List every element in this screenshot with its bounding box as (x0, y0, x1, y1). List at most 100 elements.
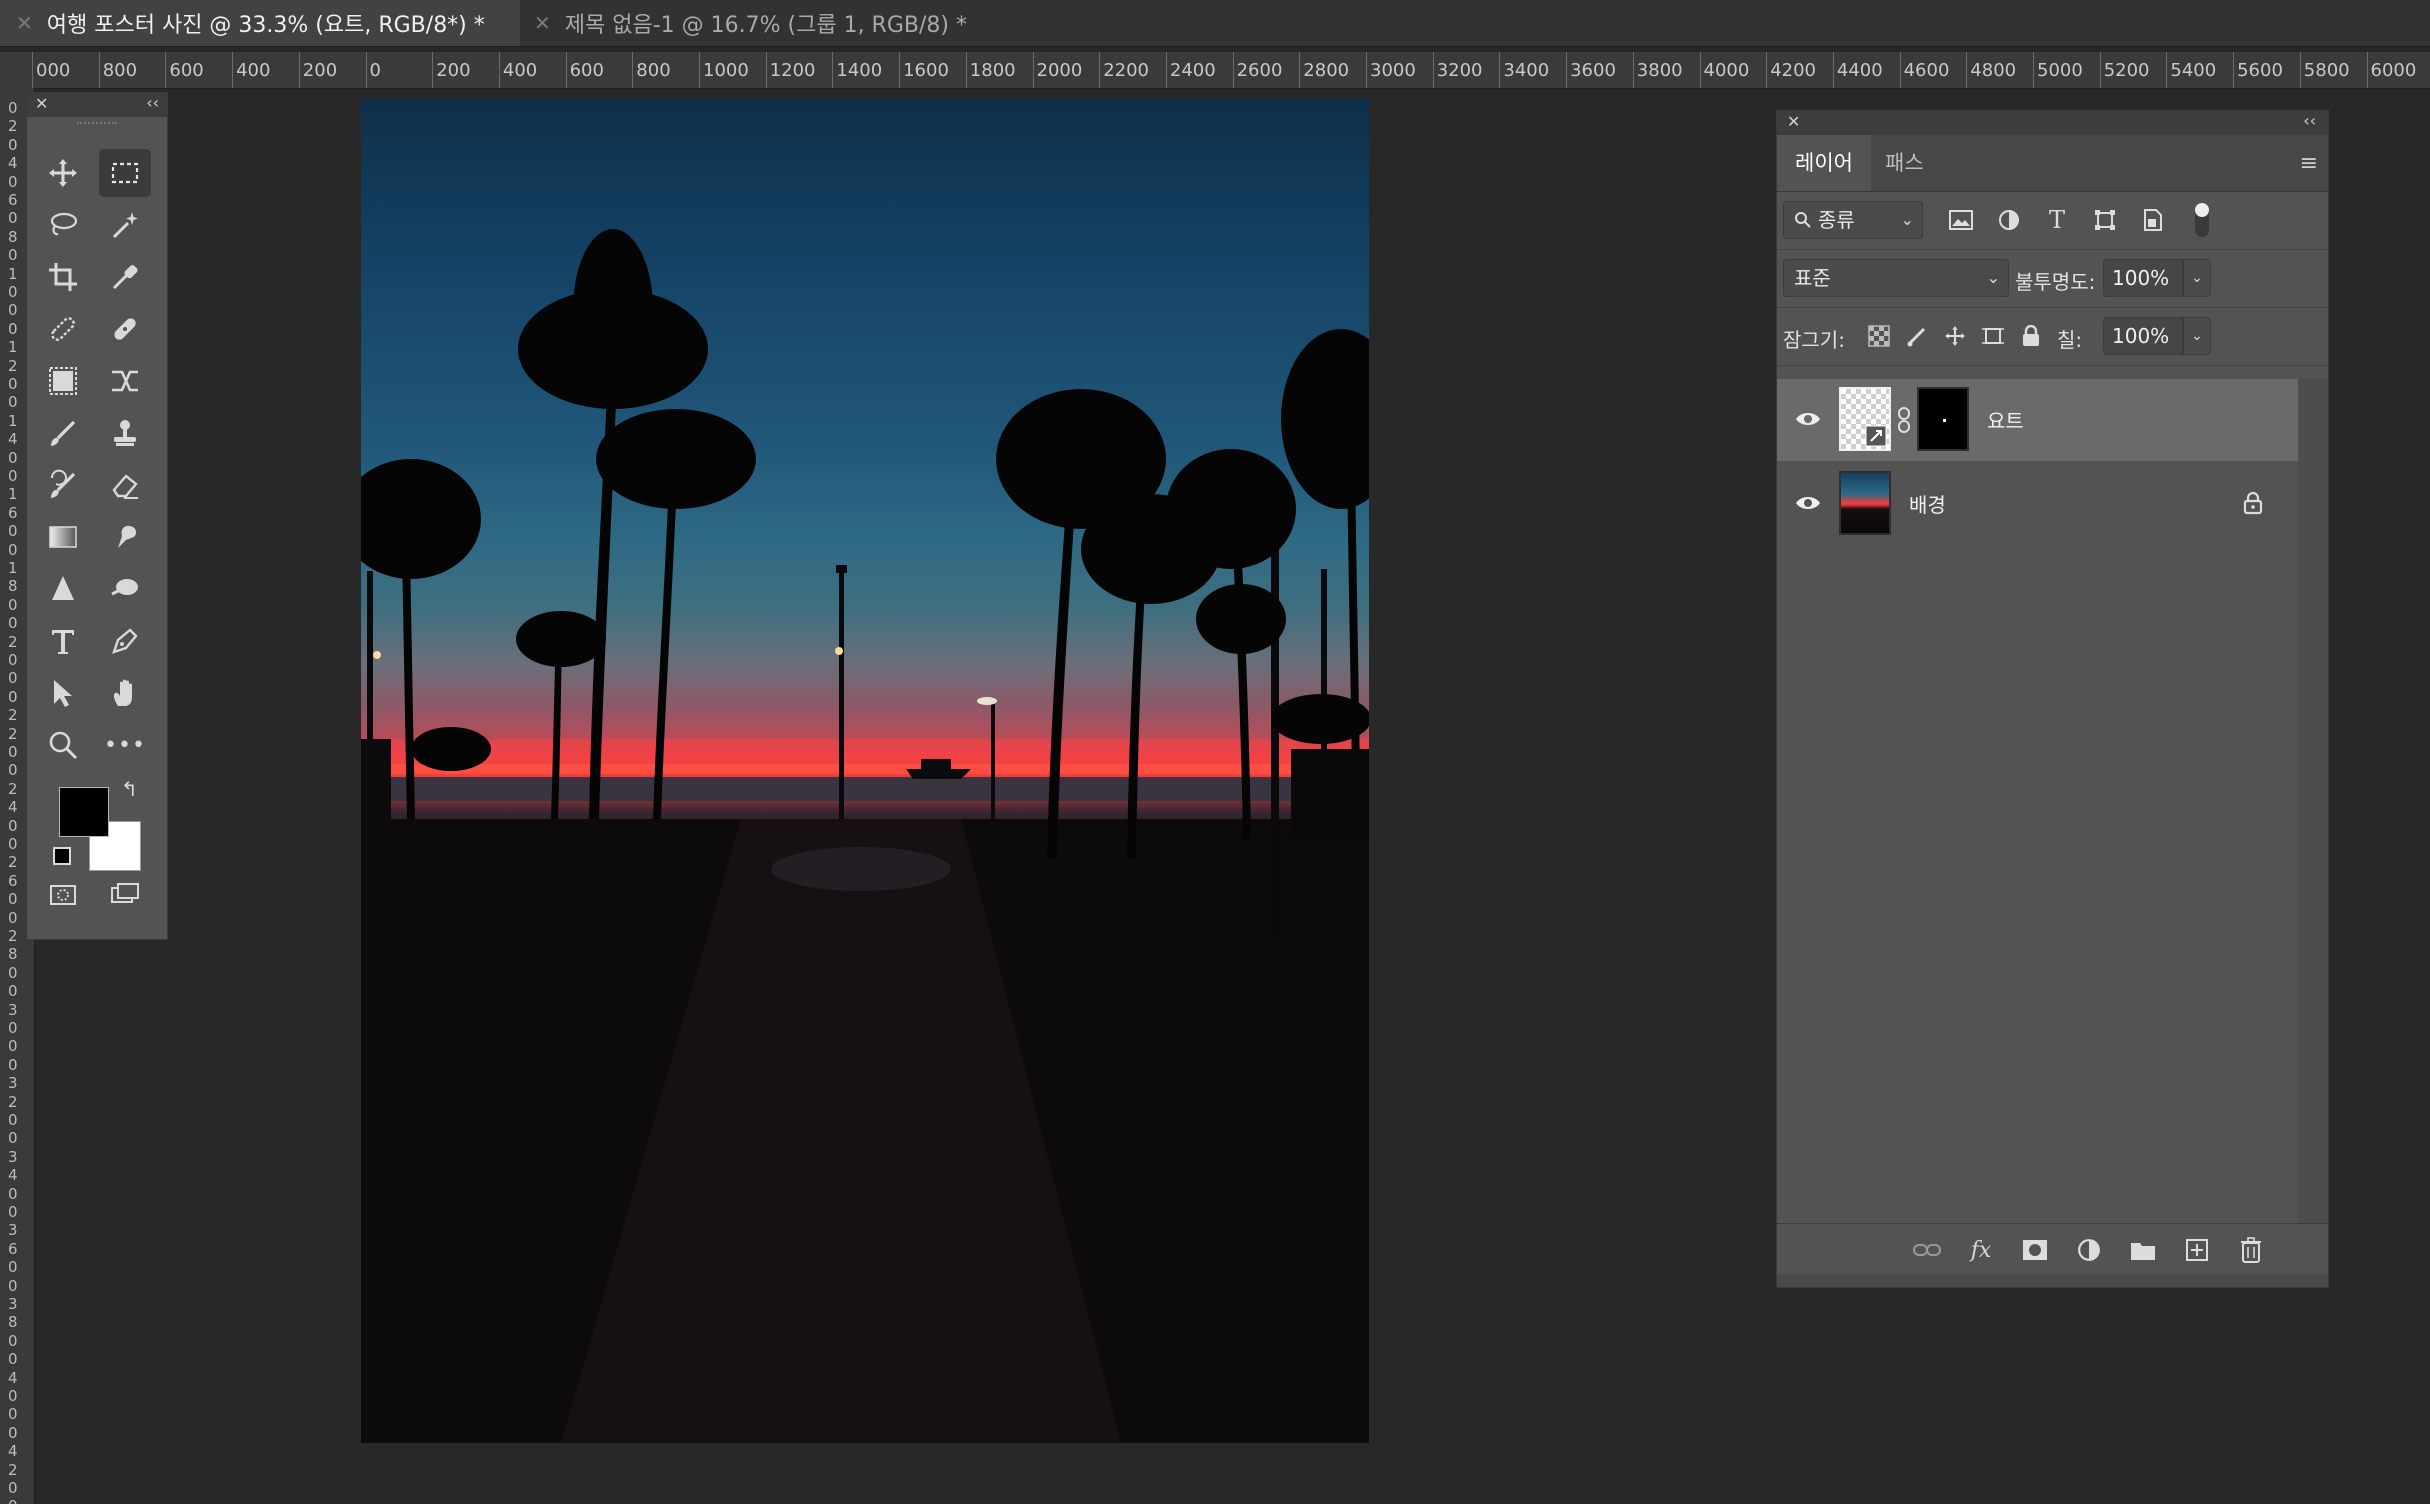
tab-close-icon[interactable]: ✕ (534, 11, 551, 35)
rectangular-marquee-tool-icon[interactable] (99, 149, 151, 197)
foreground-color-swatch[interactable] (59, 787, 109, 837)
brush-tool-icon[interactable] (37, 409, 89, 457)
blend-mode-select[interactable]: 표준 ⌄ (1783, 259, 2009, 297)
zoom-tool-icon[interactable] (37, 721, 89, 769)
layer-name[interactable]: 배경 (1909, 489, 1946, 518)
close-icon[interactable]: ✕ (35, 94, 48, 113)
ruler-label: 2 (8, 1460, 18, 1479)
pixel-filter-icon[interactable] (1945, 201, 1977, 239)
tab-layers[interactable]: 레이어 (1777, 135, 1871, 191)
tab-travel-poster[interactable]: ✕ 여행 포스터 사진 @ 33.3% (요트, RGB/8*) * (0, 0, 520, 46)
lock-artboard-icon[interactable] (1977, 317, 2009, 355)
shape-filter-icon[interactable] (2089, 201, 2121, 239)
dodge-tool-icon[interactable] (99, 565, 151, 613)
type-tool-icon[interactable] (37, 617, 89, 665)
quick-mask-icon[interactable] (37, 871, 89, 919)
more-tools-icon[interactable]: ••• (99, 721, 151, 769)
ruler-label: 0 (8, 540, 18, 559)
ruler-tick (1432, 52, 1434, 88)
tools-panel-header[interactable]: ✕ ‹‹ (27, 93, 167, 117)
ruler-tick (32, 52, 33, 88)
collapse-icon[interactable]: ‹‹ (146, 93, 159, 112)
magic-wand-tool-icon[interactable] (99, 201, 151, 249)
delete-layer-icon[interactable] (2235, 1234, 2267, 1266)
layers-panel-header[interactable]: ✕ ‹‹ (1777, 111, 2328, 135)
crop-tool-icon[interactable] (37, 253, 89, 301)
mask-link-icon[interactable] (1897, 407, 1911, 433)
tab-close-icon[interactable]: ✕ (16, 11, 33, 35)
content-aware-move-tool-icon[interactable] (99, 357, 151, 405)
collapse-icon[interactable]: ‹‹ (2303, 111, 2316, 130)
healing-brush-tool-icon[interactable] (99, 305, 151, 353)
adjustment-filter-icon[interactable] (1993, 201, 2025, 239)
tab-untitled-1[interactable]: ✕ 제목 없음-1 @ 16.7% (그룹 1, RGB/8) * (524, 0, 1004, 46)
panel-menu-icon[interactable]: ≡ (2300, 151, 2318, 176)
tab-paths[interactable]: 패스 (1867, 135, 1942, 191)
ruler-label: 2200 (1103, 60, 1149, 81)
lock-pixels-icon[interactable] (1901, 317, 1933, 355)
horizontal-ruler[interactable]: 000 800 600 400 200 0 200 400 600 800 1000 1200 1400… (0, 52, 2430, 89)
smart-object-filter-icon[interactable] (2137, 201, 2169, 239)
new-group-icon[interactable] (2127, 1234, 2159, 1266)
ruler-label: 0 (8, 522, 18, 541)
object-selection-tool-icon[interactable] (37, 357, 89, 405)
smudge-tool-icon[interactable] (99, 513, 151, 561)
gradient-tool-icon[interactable] (37, 513, 89, 561)
ruler-label: 5600 (2237, 60, 2283, 81)
default-colors-icon[interactable] (53, 847, 71, 865)
new-layer-icon[interactable] (2181, 1234, 2213, 1266)
filter-toggle[interactable] (2195, 203, 2209, 237)
move-tool-icon[interactable] (37, 149, 89, 197)
fill-input[interactable]: 100% (2103, 317, 2183, 355)
fx-icon[interactable]: fx (1965, 1234, 1997, 1266)
panel-resize-grip[interactable] (1777, 1275, 2328, 1287)
close-icon[interactable]: ✕ (1787, 112, 1800, 131)
eye-icon[interactable] (1795, 409, 1821, 429)
ruler-label: 6 (8, 1239, 18, 1258)
layer-row-background[interactable]: 배경 (1777, 463, 2298, 545)
ruler-tick (432, 52, 434, 88)
link-layers-icon[interactable] (1911, 1234, 1943, 1266)
document-canvas[interactable] (361, 99, 1369, 1443)
fill-dropdown[interactable]: ⌄ (2183, 317, 2211, 355)
layer-filter-row: 종류 ⌄ T (1777, 191, 2328, 250)
history-brush-tool-icon[interactable] (37, 461, 89, 509)
filter-kind-select[interactable]: 종류 ⌄ (1783, 201, 1923, 239)
eraser-tool-icon[interactable] (99, 461, 151, 509)
layers-scrollbar[interactable] (2298, 379, 2328, 1223)
ruler-label: 4 (8, 798, 18, 817)
layer-thumbnail (1839, 471, 1891, 535)
ruler-label: 4200 (1770, 60, 1816, 81)
ruler-label: 1800 (969, 60, 1016, 81)
add-mask-icon[interactable] (2019, 1234, 2051, 1266)
ruler-label: 0 (8, 1498, 18, 1504)
lasso-tool-icon[interactable] (37, 201, 89, 249)
ruler-tick (765, 52, 767, 88)
swap-colors-icon[interactable]: ↰ (121, 777, 138, 801)
document-tab-bar: ✕ 여행 포스터 사진 @ 33.3% (요트, RGB/8*) * ✕ 제목 … (0, 0, 2430, 47)
eye-icon[interactable] (1795, 493, 1821, 513)
lock-all-icon[interactable] (2015, 317, 2047, 355)
spot-healing-tool-icon[interactable] (37, 305, 89, 353)
blur-tool-icon[interactable] (37, 565, 89, 613)
hand-tool-icon[interactable] (99, 669, 151, 717)
clone-stamp-tool-icon[interactable] (99, 409, 151, 457)
screen-mode-icon[interactable] (99, 871, 151, 919)
panel-grip[interactable] (77, 122, 117, 128)
lock-icon[interactable] (2243, 491, 2263, 515)
layer-name[interactable]: 요트 (1987, 405, 2024, 434)
layer-row-yacht[interactable]: 요트 (1777, 379, 2298, 461)
opacity-input[interactable]: 100% (2103, 259, 2183, 297)
eyedropper-tool-icon[interactable] (99, 253, 151, 301)
pen-tool-icon[interactable] (99, 617, 151, 665)
ruler-label: 3 (8, 1295, 18, 1313)
lock-position-icon[interactable] (1939, 317, 1971, 355)
ruler-tick (1566, 52, 1568, 88)
opacity-label: 불투명도: (2015, 270, 2096, 294)
lock-transparent-icon[interactable] (1863, 317, 1895, 355)
adjustment-layer-icon[interactable] (2073, 1234, 2105, 1266)
path-selection-tool-icon[interactable] (37, 669, 89, 717)
opacity-dropdown[interactable]: ⌄ (2183, 259, 2211, 297)
type-filter-icon[interactable]: T (2041, 201, 2073, 239)
layer-mask-thumbnail[interactable] (1917, 387, 1969, 451)
